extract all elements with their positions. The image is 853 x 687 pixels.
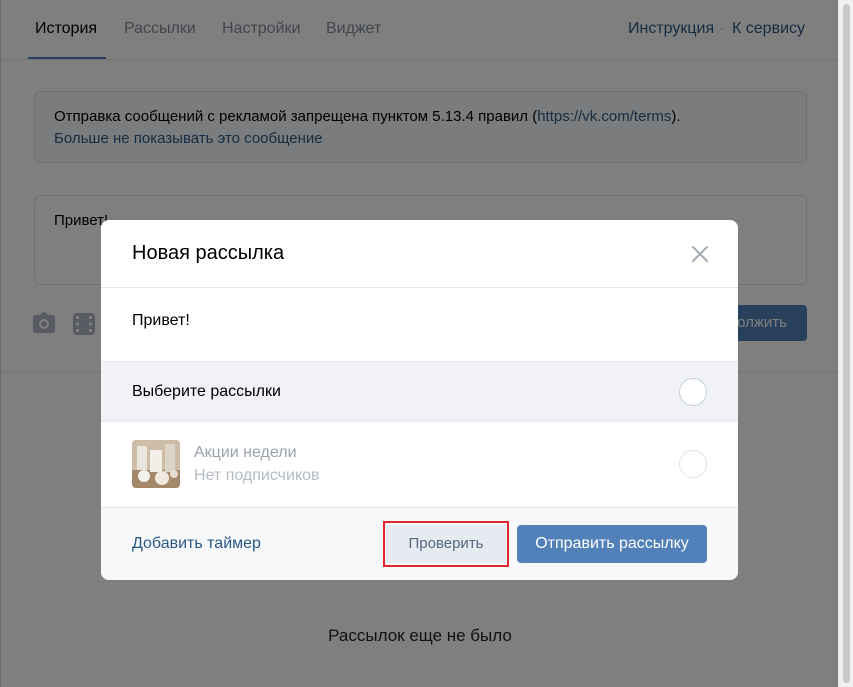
check-button[interactable]: Проверить [386,525,506,563]
select-all-mailings-row[interactable]: Выберите рассылки [101,362,738,422]
select-mailings-label: Выберите рассылки [132,383,281,400]
send-mailing-button[interactable]: Отправить рассылку [517,525,707,563]
add-timer-link[interactable]: Добавить таймер [132,535,261,553]
message-text: Привет! [132,312,190,329]
mailing-subscribers: Нет подписчиков [194,467,320,484]
mailing-title: Акции недели [194,444,297,461]
message-preview: Привет! [101,288,738,362]
mailing-radio[interactable] [679,450,707,478]
modal-footer: Добавить таймер Проверить Отправить расс… [101,508,738,580]
modal-header: Новая рассылка [101,220,738,288]
modal-title: Новая рассылка [132,242,285,264]
mailing-thumbnail-image [132,440,180,488]
scrollbar-thumb[interactable] [843,4,850,683]
list-item[interactable]: Акции недели Нет подписчиков [101,422,738,508]
close-icon[interactable] [690,244,710,264]
select-all-radio[interactable] [679,378,707,406]
new-mailing-modal: Новая рассылка Привет! Выберите рассылки [101,220,738,580]
scrollbar[interactable] [838,0,853,687]
